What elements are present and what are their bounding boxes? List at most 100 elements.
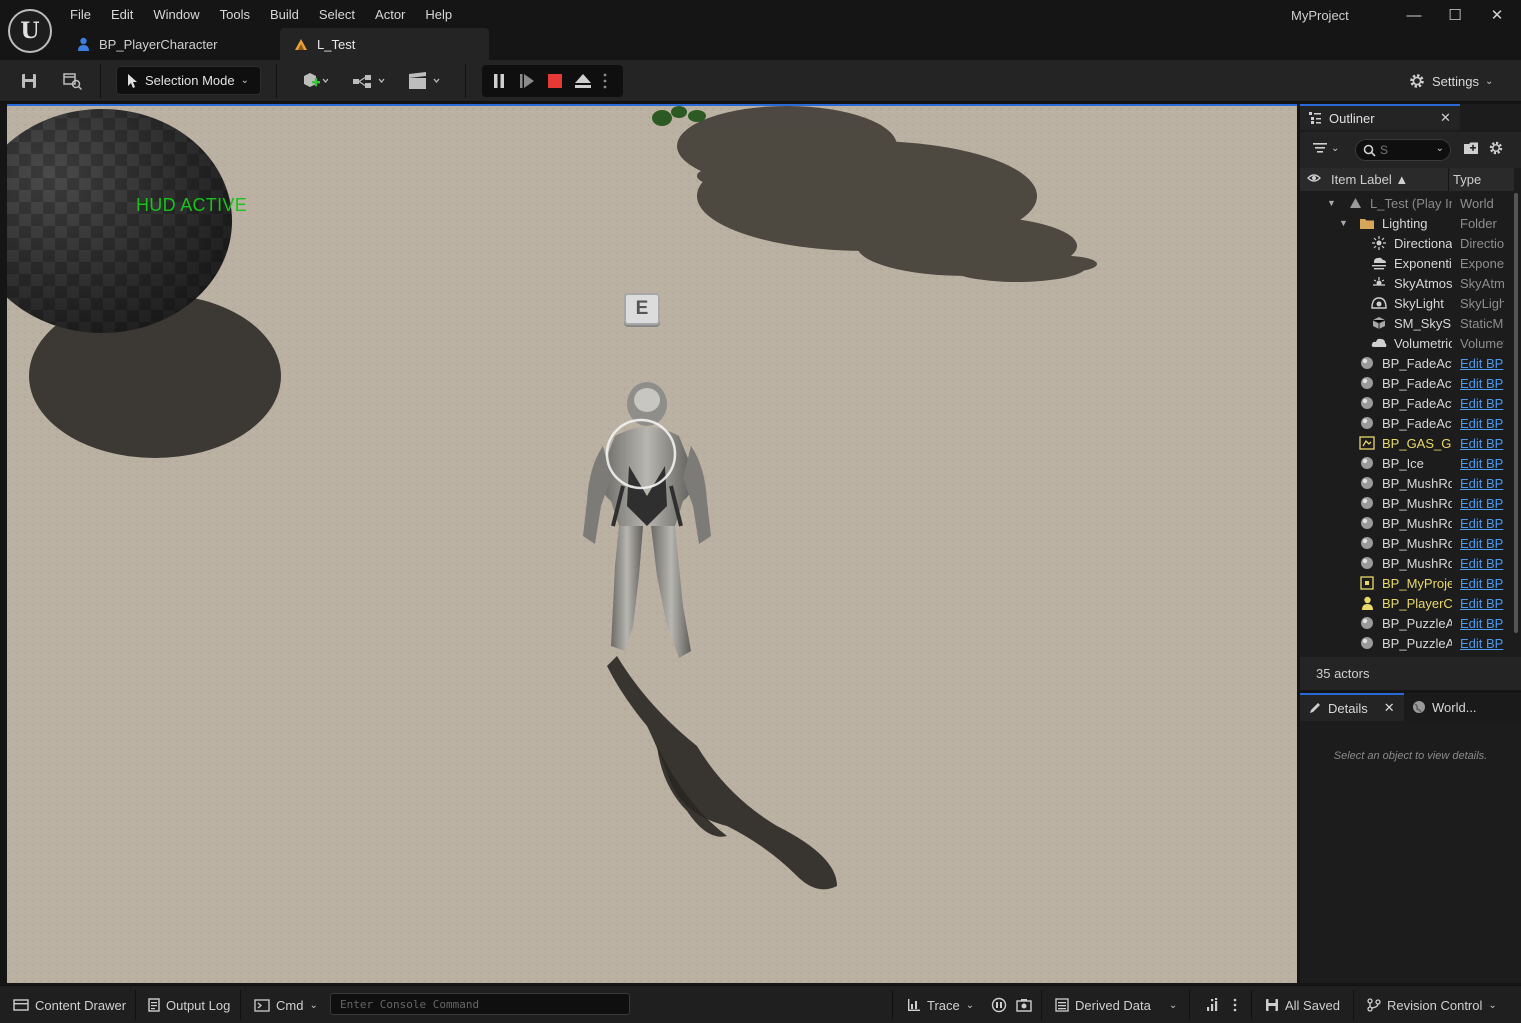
add-actor-icon[interactable] — [295, 66, 335, 96]
outliner-row[interactable]: BP_MushRoom Edit BP — [1300, 513, 1514, 533]
outliner-row[interactable]: SkyLight SkyLight — [1300, 293, 1514, 313]
settings-button[interactable]: Settings ⌄ — [1408, 67, 1493, 95]
edit-blueprint-link[interactable]: Edit BP — [1460, 456, 1504, 471]
outliner-row[interactable]: DirectionalLight DirectionalLight — [1300, 233, 1514, 253]
menu-file[interactable]: File — [60, 6, 101, 24]
outliner-scrollbar[interactable] — [1514, 193, 1518, 633]
outliner-row[interactable]: BP_FadeActor Edit BP — [1300, 393, 1514, 413]
outliner-row[interactable]: BP_PuzzleActor Edit BP — [1300, 613, 1514, 633]
filter-button[interactable]: ⌄ — [1312, 141, 1339, 155]
tab-world-settings[interactable]: World... — [1404, 693, 1521, 721]
edit-blueprint-link[interactable]: Edit BP — [1460, 416, 1504, 431]
close-icon[interactable]: ✕ — [1440, 110, 1451, 126]
menu-help[interactable]: Help — [415, 6, 462, 24]
outliner-row[interactable]: BP_MushRoom Edit BP — [1300, 533, 1514, 553]
eject-icon[interactable] — [571, 69, 595, 93]
menu-build[interactable]: Build — [260, 6, 309, 24]
outliner-row[interactable]: BP_Ice Edit BP — [1300, 453, 1514, 473]
tab-l-test[interactable]: L_Test — [280, 28, 489, 60]
save-icon[interactable] — [16, 66, 42, 96]
chevron-down-icon[interactable]: ⌄ — [1436, 143, 1444, 154]
edit-blueprint-link[interactable]: Edit BP — [1460, 476, 1504, 491]
outliner-row[interactable]: BP_MyProjectHUD Edit BP — [1300, 573, 1514, 593]
level-viewport[interactable]: HUD ACTIVE E — [7, 104, 1297, 983]
outliner-row[interactable]: SkyAtmosphere SkyAtmosphere — [1300, 273, 1514, 293]
database-icon — [1055, 998, 1069, 1012]
console-command-input[interactable] — [330, 993, 630, 1015]
menu-edit[interactable]: Edit — [101, 6, 143, 24]
outliner-row[interactable]: ▼ L_Test (Play In Editor) World — [1300, 193, 1514, 213]
outliner-search[interactable]: S ⌄ — [1355, 139, 1451, 161]
outliner-row[interactable]: BP_FadeActor Edit BP — [1300, 413, 1514, 433]
output-log-button[interactable]: Output Log — [148, 995, 230, 1015]
menu-window[interactable]: Window — [143, 6, 209, 24]
selection-mode-dropdown[interactable]: Selection Mode ⌄ — [116, 66, 261, 95]
stop-icon[interactable] — [543, 69, 567, 93]
gear-icon[interactable] — [1488, 140, 1504, 159]
all-saved-button[interactable]: All Saved — [1265, 995, 1340, 1015]
outliner-row[interactable]: SM_SkySphere StaticMeshActor — [1300, 313, 1514, 333]
outliner-item-type: ExponentialHeightFog — [1460, 255, 1504, 271]
edit-blueprint-link[interactable]: Edit BP — [1460, 636, 1504, 651]
outliner-row[interactable]: BP_PlayerCharacter Edit BP — [1300, 593, 1514, 613]
expand-arrow-icon[interactable]: ▼ — [1327, 198, 1336, 208]
unreal-logo-icon[interactable]: U — [8, 9, 52, 53]
derived-data-dropdown[interactable]: Derived Data ⌄ — [1055, 995, 1177, 1015]
edit-blueprint-link[interactable]: Edit BP — [1460, 556, 1504, 571]
add-folder-icon[interactable] — [1463, 141, 1479, 158]
outliner-row[interactable]: BP_FadeActor Edit BP — [1300, 353, 1514, 373]
pause-icon[interactable] — [487, 69, 511, 93]
minimize-button[interactable]: — — [1399, 4, 1429, 26]
outliner-row[interactable]: BP_FadeActor Edit BP — [1300, 373, 1514, 393]
edit-blueprint-link[interactable]: Edit BP — [1460, 496, 1504, 511]
step-frame-icon[interactable] — [515, 69, 539, 93]
expand-arrow-icon[interactable]: ▼ — [1339, 218, 1348, 228]
more-options-icon[interactable] — [1233, 995, 1237, 1015]
close-icon[interactable]: ✕ — [1384, 700, 1395, 716]
column-type[interactable]: Type — [1453, 172, 1481, 187]
revision-control-dropdown[interactable]: Revision Control ⌄ — [1367, 995, 1497, 1015]
project-name: MyProject — [1291, 8, 1349, 23]
menu-select[interactable]: Select — [309, 6, 365, 24]
more-options-icon[interactable] — [599, 69, 611, 93]
edit-blueprint-link[interactable]: Edit BP — [1460, 596, 1504, 611]
column-item-label[interactable]: Item Label ▲ — [1331, 172, 1408, 187]
edit-blueprint-link[interactable]: Edit BP — [1460, 376, 1504, 391]
edit-blueprint-link[interactable]: Edit BP — [1460, 396, 1504, 411]
chevron-down-icon: ⌄ — [1488, 999, 1497, 1011]
menu-actor[interactable]: Actor — [365, 6, 415, 24]
tab-outliner[interactable]: Outliner ✕ — [1300, 104, 1460, 130]
tab-details[interactable]: Details ✕ — [1300, 693, 1404, 721]
cinematics-icon[interactable] — [404, 66, 444, 96]
edit-blueprint-link[interactable]: Edit BP — [1460, 516, 1504, 531]
outliner-row[interactable]: BP_MushRoom Edit BP — [1300, 493, 1514, 513]
edit-blueprint-link[interactable]: Edit BP — [1460, 576, 1504, 591]
trace-icon — [908, 999, 920, 1011]
screenshot-icon[interactable] — [1016, 995, 1032, 1015]
edit-blueprint-link[interactable]: Edit BP — [1460, 356, 1504, 371]
edit-blueprint-link[interactable]: Edit BP — [1460, 436, 1504, 451]
outliner-row[interactable]: BP_MushRoom Edit BP — [1300, 553, 1514, 573]
edit-blueprint-link[interactable]: Edit BP — [1460, 616, 1504, 631]
edit-blueprint-link[interactable]: Edit BP — [1460, 536, 1504, 551]
blueprints-icon[interactable] — [349, 66, 389, 96]
outliner-row[interactable]: ▼ Lighting Folder — [1300, 213, 1514, 233]
outliner-row[interactable]: ExponentialHeightFog ExponentialHeightFog — [1300, 253, 1514, 273]
browse-content-icon[interactable] — [60, 66, 86, 96]
build-status-icon[interactable] — [1206, 995, 1220, 1015]
hud-icon — [1359, 575, 1375, 591]
visibility-eye-icon[interactable] — [1307, 172, 1321, 187]
cmd-dropdown[interactable]: Cmd ⌄ — [254, 995, 318, 1015]
outliner-row[interactable]: VolumetricCloud VolumetricCloud — [1300, 333, 1514, 353]
outliner-row[interactable]: BP_MushRoom Edit BP — [1300, 473, 1514, 493]
menu-tools[interactable]: Tools — [210, 6, 260, 24]
record-icon[interactable] — [991, 995, 1007, 1015]
main-toolbar: Selection Mode ⌄ Settings ⌄ — [0, 60, 1521, 102]
maximize-button[interactable]: ☐ — [1440, 4, 1470, 26]
content-drawer-button[interactable]: Content Drawer — [13, 995, 126, 1015]
tab-bp-player-character[interactable]: BP_PlayerCharacter — [62, 28, 280, 60]
close-window-button[interactable]: ✕ — [1482, 4, 1512, 26]
outliner-row[interactable]: BP_GAS_GameMode Edit BP — [1300, 433, 1514, 453]
outliner-row[interactable]: BP_PuzzleActor Edit BP — [1300, 633, 1514, 653]
trace-dropdown[interactable]: Trace ⌄ — [907, 995, 974, 1015]
